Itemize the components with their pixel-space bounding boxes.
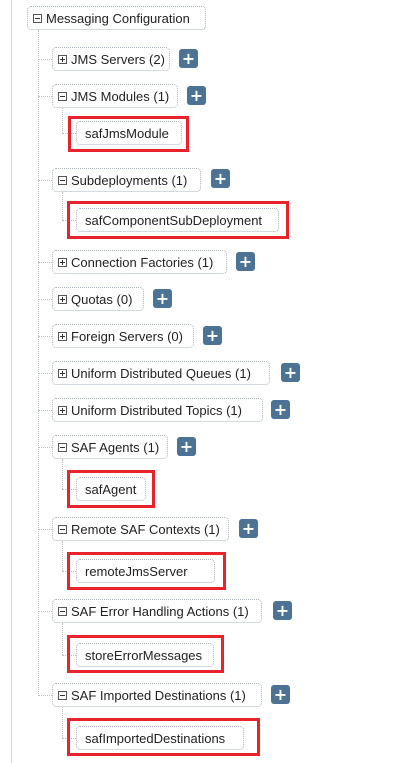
collapse-icon[interactable] [58, 175, 67, 185]
tree-node-saf-imported-destinations[interactable]: SAF Imported Destinations (1) [52, 683, 262, 707]
expand-icon[interactable] [58, 294, 67, 304]
tree-node-jms-servers[interactable]: JMS Servers (2) [52, 47, 170, 71]
collapse-icon[interactable] [58, 690, 67, 700]
node-label: JMS Modules (1) [71, 88, 170, 104]
highlight-box [67, 635, 224, 673]
tree-connector [38, 447, 52, 448]
tree-node-subdeployments[interactable]: Subdeployments (1) [52, 168, 201, 192]
tree-connector [38, 529, 52, 530]
tree-connector [62, 459, 63, 489]
expand-icon[interactable] [58, 257, 67, 267]
add-saf-agent-button[interactable]: + [177, 437, 196, 456]
highlight-box [67, 470, 155, 508]
tree-connector [38, 410, 52, 411]
highlight-box [68, 116, 189, 152]
tree-node-quotas[interactable]: Quotas (0) [52, 287, 144, 311]
add-jms-module-button[interactable]: + [187, 86, 206, 105]
node-label: JMS Servers (2) [71, 51, 165, 67]
node-label: Remote SAF Contexts (1) [71, 521, 220, 537]
add-saf-error-handling-action-button[interactable]: + [273, 601, 292, 620]
tree-connector [38, 262, 52, 263]
collapse-icon[interactable] [58, 442, 67, 452]
tree-node-connection-factories[interactable]: Connection Factories (1) [52, 250, 227, 274]
tree-node-saf-agents[interactable]: SAF Agents (1) [52, 435, 168, 459]
expand-icon[interactable] [58, 368, 67, 378]
add-foreign-server-button[interactable]: + [203, 326, 222, 345]
tree-connector [38, 611, 52, 612]
tree-connector [62, 108, 63, 133]
tree-connector [38, 96, 52, 97]
tree-node-saf-error-handling-actions[interactable]: SAF Error Handling Actions (1) [52, 599, 262, 623]
tree-left-border [11, 0, 12, 763]
node-label: Uniform Distributed Topics (1) [71, 402, 242, 418]
expand-icon[interactable] [58, 331, 67, 341]
tree-connector [38, 695, 52, 696]
node-label: SAF Imported Destinations (1) [71, 687, 246, 703]
highlight-box [67, 552, 226, 590]
add-jms-server-button[interactable]: + [179, 49, 198, 68]
add-quota-button[interactable]: + [153, 289, 172, 308]
expand-icon[interactable] [58, 54, 67, 64]
highlight-box [67, 201, 289, 239]
tree-node-uniform-distributed-queues[interactable]: Uniform Distributed Queues (1) [52, 361, 270, 385]
tree-connector [38, 373, 52, 374]
node-label: Subdeployments (1) [71, 172, 188, 188]
collapse-icon[interactable] [33, 13, 42, 23]
add-saf-imported-destination-button[interactable]: + [271, 685, 290, 704]
tree-connector [62, 707, 63, 738]
tree-node-foreign-servers[interactable]: Foreign Servers (0) [52, 324, 194, 348]
highlight-box [67, 718, 260, 756]
node-label: SAF Error Handling Actions (1) [71, 603, 249, 619]
collapse-icon[interactable] [58, 524, 67, 534]
node-label: Foreign Servers (0) [71, 328, 183, 344]
node-label: SAF Agents (1) [71, 439, 160, 455]
node-label: Connection Factories (1) [71, 254, 214, 270]
collapse-icon[interactable] [58, 606, 67, 616]
add-uniform-distributed-queue-button[interactable]: + [281, 363, 300, 382]
node-label: Uniform Distributed Queues (1) [71, 365, 251, 381]
add-connection-factory-button[interactable]: + [236, 252, 255, 271]
add-uniform-distributed-topic-button[interactable]: + [271, 400, 290, 419]
tree-node-uniform-distributed-topics[interactable]: Uniform Distributed Topics (1) [52, 398, 263, 422]
tree-connector [62, 192, 63, 220]
tree-connector [38, 299, 52, 300]
tree-connector [62, 541, 63, 571]
add-subdeployment-button[interactable]: + [211, 169, 230, 188]
collapse-icon[interactable] [58, 91, 67, 101]
tree-connector [62, 623, 63, 655]
expand-icon[interactable] [58, 405, 67, 415]
tree-connector [38, 59, 52, 60]
tree-connector [38, 336, 52, 337]
add-remote-saf-context-button[interactable]: + [239, 519, 258, 538]
tree-node-remote-saf-contexts[interactable]: Remote SAF Contexts (1) [52, 517, 229, 541]
tree-connector [38, 180, 52, 181]
tree-connector [38, 30, 39, 696]
node-label: Quotas (0) [71, 291, 133, 307]
node-label: Messaging Configuration [46, 10, 190, 26]
tree-root-messaging-configuration[interactable]: Messaging Configuration [27, 6, 206, 30]
tree-node-jms-modules[interactable]: JMS Modules (1) [52, 84, 178, 108]
